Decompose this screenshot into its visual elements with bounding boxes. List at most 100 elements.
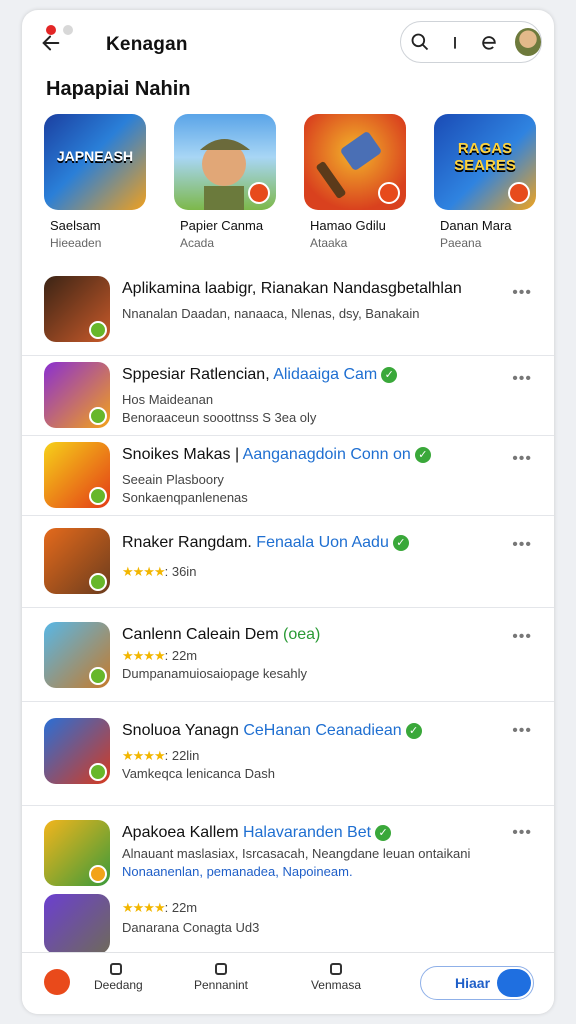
item-description: Alnauant maslasiax, Isrcasacah, Neangdan… [122,846,471,861]
featured-app[interactable]: Papier Canma Acada [174,114,276,250]
more-options-icon[interactable]: ••• [512,284,532,302]
badge-icon [89,487,107,505]
nav-icon [330,963,342,975]
nav-icon [110,963,122,975]
more-options-icon[interactable]: ••• [512,450,532,468]
nav-item-venmasa[interactable]: Venmasa [308,963,364,992]
list-item[interactable]: Snoikes Makas | Aanganagdoin Conn on ✓ Se… [22,436,554,516]
item-rating: ★★★★: 22m [122,900,198,915]
badge-icon [89,407,107,425]
app-logo-text: JAPNEASH [56,148,134,164]
toolbar [400,21,542,63]
app-developer: Acada [180,236,215,250]
star-rating-icon: ★★★★ [122,748,166,763]
badge-icon [89,321,107,339]
nav-icon [215,963,227,975]
app-icon[interactable] [44,362,110,428]
settings-icon[interactable] [478,30,501,54]
item-rating: ★★★★: 36in [122,564,197,579]
app-icon[interactable] [174,114,276,210]
app-icon[interactable] [44,718,110,784]
app-icon[interactable] [44,276,110,342]
nav-label: Deedang [94,978,143,992]
item-publisher: Aanganagdoin Conn on [242,446,411,463]
app-icon[interactable]: RAGAS SEARES [434,114,536,210]
app-icon[interactable] [304,114,406,210]
app-icon[interactable] [44,442,110,508]
badge-icon [248,182,270,204]
star-rating-icon: ★★★★ [122,564,166,579]
item-publisher: Halavaranden Bet [242,824,372,841]
item-rating: ★★★★: 22m [122,648,198,663]
app-icon[interactable] [44,894,110,954]
list-item[interactable]: Apakoea Kallem Halavaranden Bet ✓ Alnauan… [22,806,554,956]
app-developer: Paeana [440,236,482,250]
app-icon[interactable]: JAPNEASH [44,114,146,210]
avatar[interactable] [514,28,541,56]
featured-app[interactable]: RAGAS SEARES Danan Mara Paeana [434,114,536,250]
list-item[interactable]: Aplikamina laabigr, Rianakan Nandasgbeta… [22,270,554,356]
section-title: Hapapiai Nahin [46,78,191,100]
info-icon[interactable] [444,30,467,54]
app-icon[interactable] [44,528,110,594]
item-category: Seeain Plasboory [122,472,224,487]
item-title: Apakoea Kallem Halavaranden Bet ✓ [122,824,392,842]
star-rating-icon: ★★★★ [122,900,166,915]
nav-item-deedang[interactable]: Deedang [94,963,143,992]
list-item[interactable]: Canlenn Caleain Dem (oea) ★★★★: 22m Dump… [22,608,554,702]
badge-icon [89,865,107,883]
verified-icon: ✓ [392,535,409,551]
badge-icon [89,667,107,685]
star-rating-icon: ★★★★ [122,648,166,663]
item-publisher: CeHanan Ceanadiean [243,722,402,739]
featured-app[interactable]: JAPNEASH Saelsam Hieeaden [44,114,146,250]
item-description: Nnanalan Daadan, nanaaca, Nlenas, dsy, B… [122,306,420,321]
more-options-icon[interactable]: ••• [512,824,532,842]
header: Kenagan [22,18,554,68]
item-publisher: Fenaala Uon Aadu [256,534,389,551]
home-icon[interactable] [44,969,70,995]
item-meta: Nonaanenlan, pemanadea, Napoineam. [122,864,353,879]
app-icon[interactable] [44,622,110,688]
cart-icon[interactable] [497,969,531,997]
verified-icon: ✓ [405,723,422,739]
app-developer: Ataaka [310,236,348,250]
item-meta: Vamkeqca lenicanca Dash [122,766,275,781]
item-category: Hos Maideanan [122,392,214,407]
featured-app[interactable]: Hamao Gdilu Ataaka [304,114,406,250]
app-name: Hamao Gdilu [310,218,386,233]
more-options-icon[interactable]: ••• [512,370,532,388]
back-arrow-icon[interactable] [40,32,62,54]
action-pill[interactable]: Hiaar [420,966,534,1000]
app-window: Kenagan Hapapiai Nahin JAPNEASH Saelsam … [22,10,554,1014]
app-list: Aplikamina laabigr, Rianakan Nandasgbeta… [22,270,554,956]
list-item[interactable]: Snoluoa Yanagn CeHanan Ceanadiean ✓ ★★★★:… [22,702,554,806]
nav-label: Venmasa [310,978,362,992]
list-item[interactable]: Rnaker Rangdam. Fenaala Uon Aadu ✓ ★★★★: … [22,516,554,608]
item-title: Snoluoa Yanagn CeHanan Ceanadiean ✓ [122,722,422,740]
more-options-icon[interactable]: ••• [512,628,532,646]
badge-icon [89,763,107,781]
item-meta: Sonkaenqpanlenenas [122,490,248,505]
app-developer: Hieeaden [50,236,102,250]
featured-apps: JAPNEASH Saelsam Hieeaden Papier Canma A… [44,114,536,250]
verified-icon: ✓ [381,367,398,383]
badge-icon [89,573,107,591]
bottom-nav: Deedang Pennanint Venmasa Hiaar [22,952,554,1014]
app-logo-text: RAGAS SEARES [454,140,516,174]
item-meta: Dumpanamuiosaiopage kesahly [122,666,308,681]
app-name: Saelsam [50,218,101,233]
item-meta: Danarana Conagta Ud3 [122,920,260,935]
page-title: Kenagan [106,34,188,55]
list-item[interactable]: Sppesiar Ratlencian, Alidaaiga Cam ✓ Hos … [22,356,554,436]
app-icon[interactable] [44,820,110,886]
search-icon[interactable] [409,30,432,54]
more-options-icon[interactable]: ••• [512,536,532,554]
verified-icon: ✓ [414,447,431,463]
nav-label: Pennanint [193,978,249,992]
nav-item-pennanint[interactable]: Pennanint [186,963,256,992]
badge-icon [508,182,530,204]
item-publisher: Alidaaiga Cam [273,366,378,383]
more-options-icon[interactable]: ••• [512,722,532,740]
item-title: Sppesiar Ratlencian, Alidaaiga Cam ✓ [122,366,398,384]
